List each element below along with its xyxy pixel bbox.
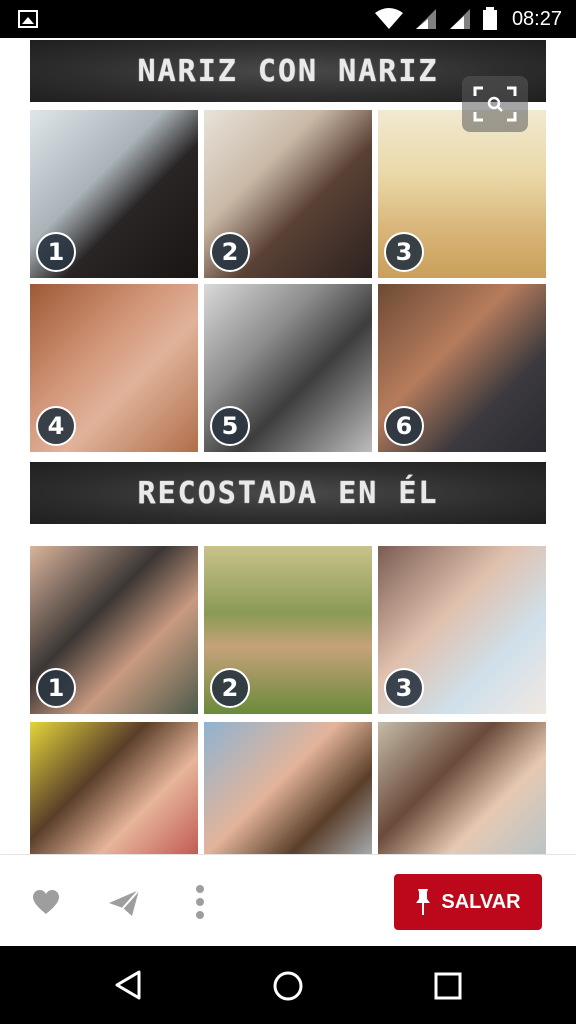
photo-7[interactable]: 1 (30, 546, 198, 714)
clock: 08:27 (511, 7, 562, 30)
save-label: SALVAR (441, 890, 521, 913)
number-badge: 2 (210, 232, 250, 272)
status-right: 08:27 (374, 7, 562, 31)
pin-icon (416, 889, 431, 915)
pin-image[interactable]: NARIZ CON NARIZ 1 2 3 4 5 6 RECOSTADA EN… (0, 38, 576, 854)
number-badge: 3 (384, 232, 424, 272)
photo-5[interactable]: 5 (204, 284, 372, 452)
number-badge: 1 (36, 232, 76, 272)
photo-3[interactable]: 3 (378, 110, 546, 278)
photo-6[interactable]: 6 (378, 284, 546, 452)
image-icon (18, 10, 38, 28)
photo-2[interactable]: 2 (204, 110, 372, 278)
send-icon[interactable] (108, 889, 140, 917)
section-banner-leaning-on-him: RECOSTADA EN ÉL (30, 462, 546, 524)
photo-4[interactable]: 4 (30, 284, 198, 452)
recents-icon[interactable] (434, 972, 462, 1000)
pin-content[interactable]: NARIZ CON NARIZ 1 2 3 4 5 6 RECOSTADA EN… (0, 38, 576, 854)
number-badge: 2 (210, 668, 250, 708)
section-title: NARIZ CON NARIZ (137, 53, 439, 89)
status-bar: 08:27 (0, 0, 576, 38)
battery-icon (482, 7, 497, 30)
home-icon[interactable] (272, 970, 304, 1002)
photo-1[interactable]: 1 (30, 110, 198, 278)
visual-search-button[interactable] (462, 76, 528, 132)
back-icon[interactable] (114, 970, 142, 1000)
photo-12[interactable] (378, 722, 546, 854)
system-nav-bar (0, 946, 576, 1024)
heart-icon[interactable] (32, 889, 60, 915)
number-badge: 6 (384, 406, 424, 446)
action-bar: SALVAR (0, 854, 576, 947)
visual-search-icon (473, 86, 517, 122)
photo-11[interactable] (204, 722, 372, 854)
photo-10[interactable] (30, 722, 198, 854)
more-icon[interactable] (195, 885, 205, 919)
number-badge: 3 (384, 668, 424, 708)
photo-8[interactable]: 2 (204, 546, 372, 714)
number-badge: 5 (210, 406, 250, 446)
signal-icon (449, 9, 470, 29)
number-badge: 4 (36, 406, 76, 446)
number-badge: 1 (36, 668, 76, 708)
photo-9[interactable]: 3 (378, 546, 546, 714)
wifi-icon (374, 8, 403, 29)
signal-icon (415, 9, 436, 29)
save-button[interactable]: SALVAR (394, 874, 542, 930)
section-title: RECOSTADA EN ÉL (137, 475, 439, 511)
